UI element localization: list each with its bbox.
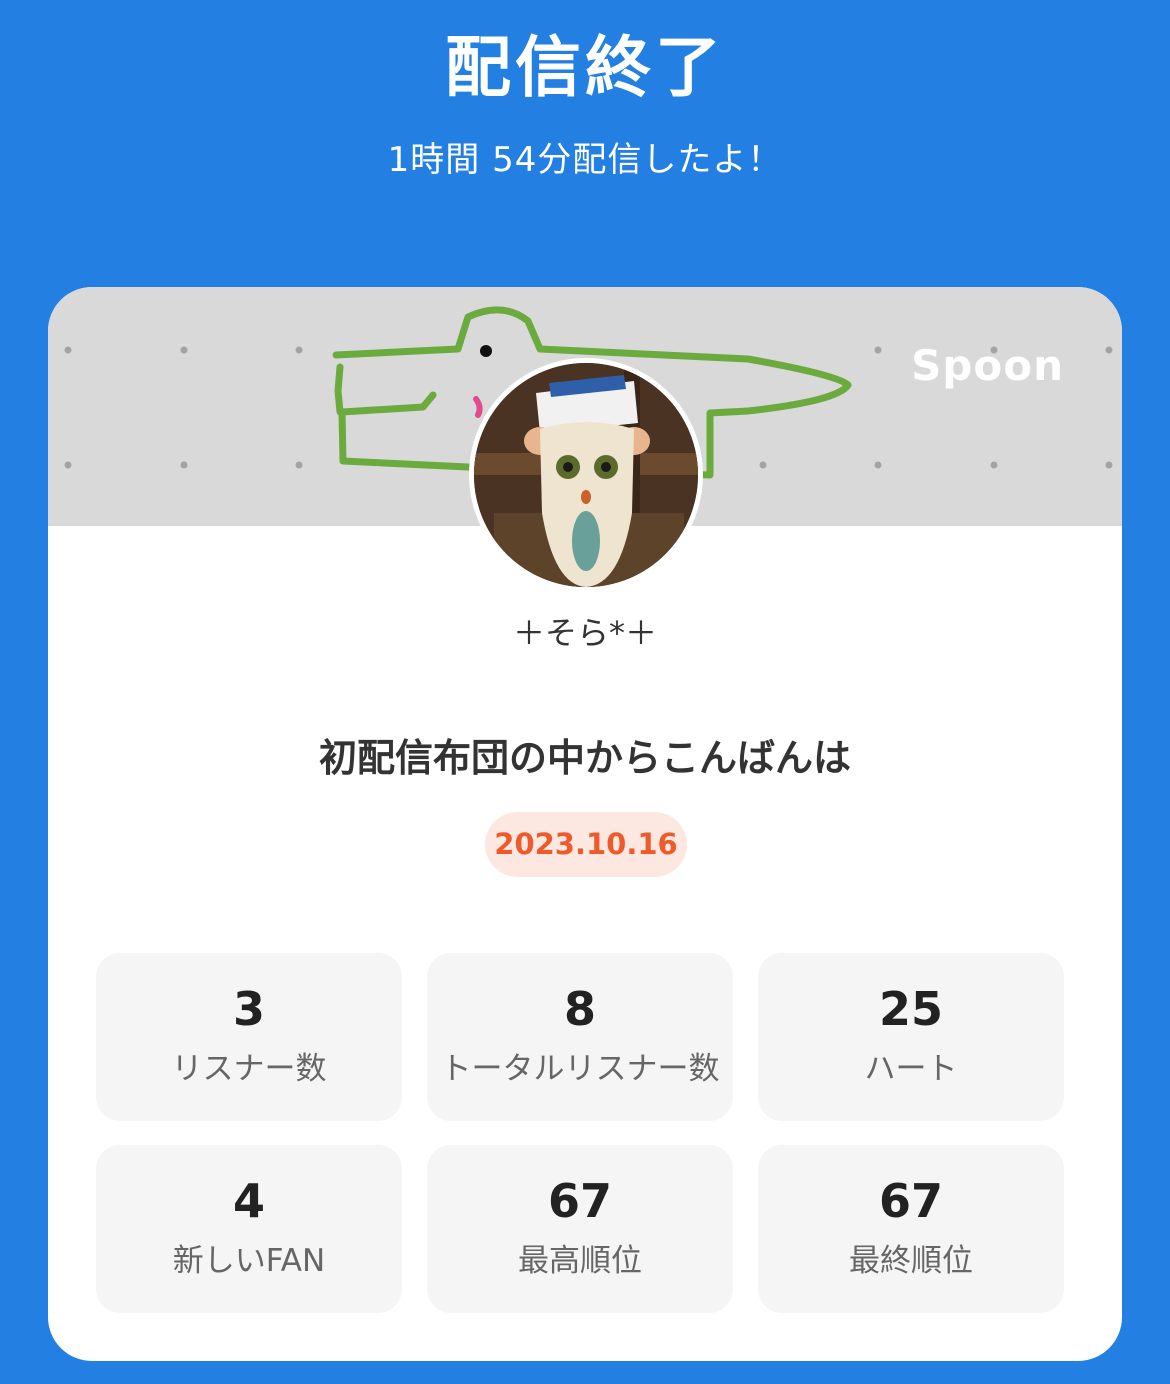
username: ＋そら*＋: [512, 614, 657, 652]
stat-value: 4: [232, 1174, 265, 1228]
stat-label: 最高順位: [518, 1243, 642, 1279]
stat-label: 新しいFAN: [172, 1243, 326, 1279]
stat-value: 8: [563, 982, 596, 1036]
stat-label: ハート: [864, 1051, 958, 1087]
page-title: 配信終了: [445, 29, 725, 106]
stat-value: 67: [878, 1174, 943, 1228]
stat-total-listeners: 8 トータルリスナー数: [427, 953, 733, 1121]
stat-value: 3: [232, 982, 265, 1036]
stat-value: 67: [547, 1174, 612, 1228]
summary-card: Spoon ＋そら*＋ 初配信布団の中からこんばんは 2023.10.16 3 …: [48, 287, 1122, 1361]
duration-subtitle: 1時間 54分配信したよ！: [387, 140, 783, 180]
stat-label: トータルリスナー数: [440, 1051, 720, 1087]
stat-hearts: 25 ハート: [758, 953, 1064, 1121]
avatar-mask-photo: [474, 363, 698, 587]
broadcast-title: 初配信布団の中からこんばんは: [318, 736, 851, 780]
stat-listeners: 3 リスナー数: [96, 953, 402, 1121]
stream-ended-screen: 配信終了 1時間 54分配信したよ！ Spoon ＋そら*＋ 初配信布団の中から…: [0, 0, 1170, 1384]
stat-label: リスナー数: [171, 1051, 327, 1087]
avatar[interactable]: [469, 358, 703, 592]
stat-label: 最終順位: [849, 1243, 973, 1279]
date-badge: 2023.10.16: [485, 812, 687, 877]
spoon-logo: Spoon: [911, 341, 1064, 390]
stat-value: 25: [878, 982, 943, 1036]
stats-grid: 3 リスナー数 8 トータルリスナー数 25 ハート 4 新しいFAN 67 最…: [96, 953, 1064, 1313]
stat-new-fans: 4 新しいFAN: [96, 1145, 402, 1313]
stat-final-rank: 67 最終順位: [758, 1145, 1064, 1313]
stat-highest-rank: 67 最高順位: [427, 1145, 733, 1313]
